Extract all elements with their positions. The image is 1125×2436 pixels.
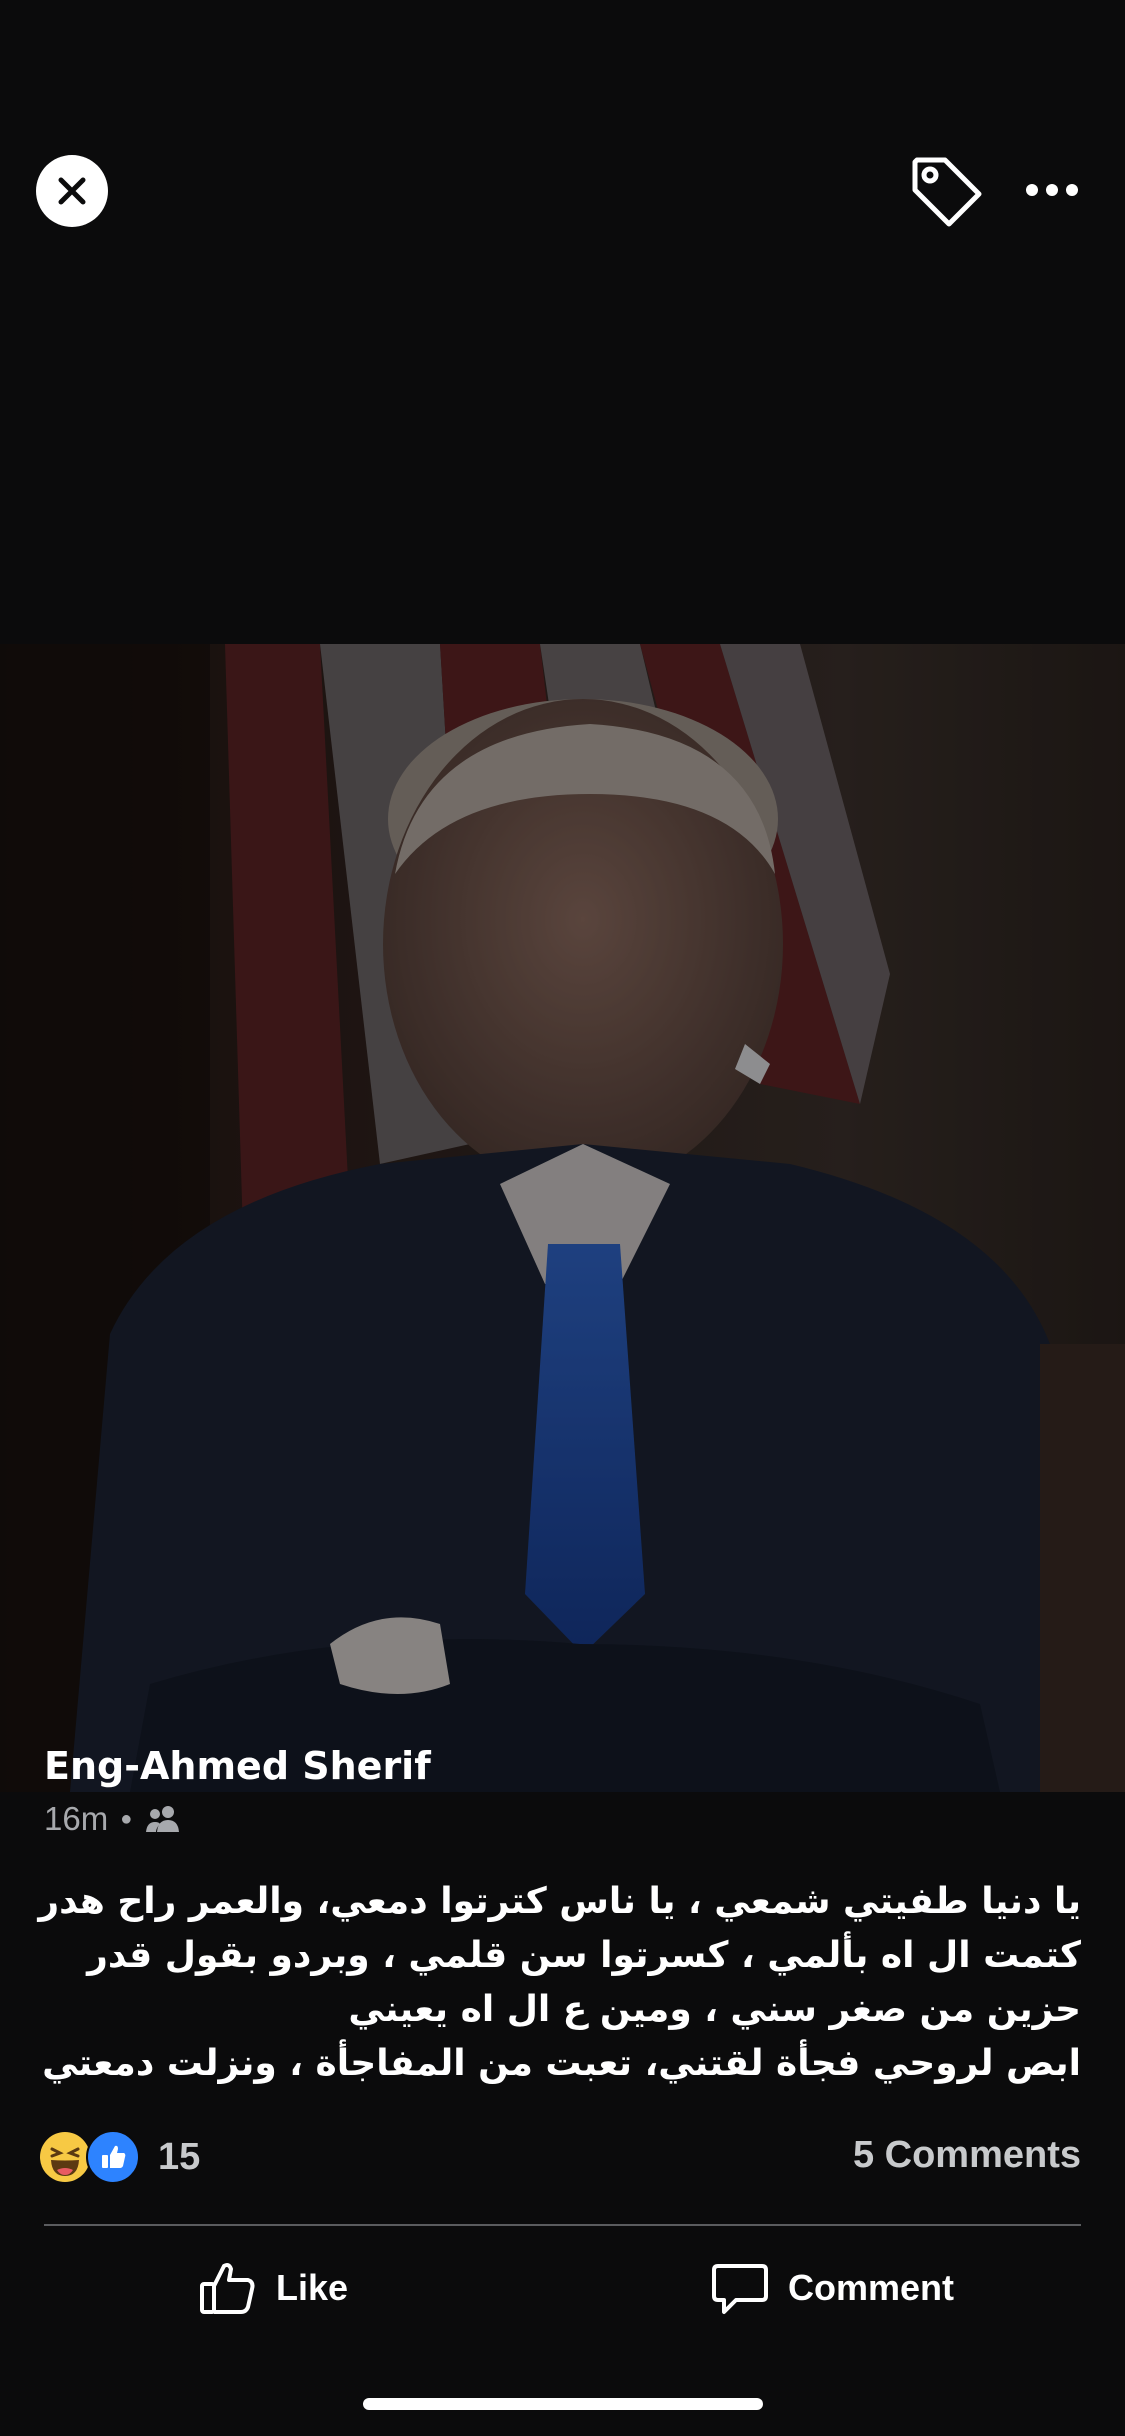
more-options-button[interactable] xyxy=(1022,160,1082,220)
comments-count-link[interactable]: 5 Comments xyxy=(853,2134,1081,2177)
close-icon xyxy=(58,177,86,205)
haha-reaction-icon xyxy=(40,2132,90,2182)
post-caption: يا دنيا طفيتي شمعي ، يا ناس كترتوا دمعي،… xyxy=(38,1875,1081,2091)
like-button[interactable]: Like xyxy=(198,2250,348,2326)
caption-line: كتمت ال اه بألمي ، كسرتوا سن قلمي ، وبرد… xyxy=(87,1935,1081,1976)
viewer-top-bar xyxy=(0,0,1125,260)
friends-icon[interactable] xyxy=(144,1804,182,1834)
caption-line: ابص لروحي فجأة لقتني، تعبت من المفاجأة ،… xyxy=(42,2043,1081,2084)
post-meta: 16m ● xyxy=(44,1800,182,1838)
separator-dot: ● xyxy=(120,1807,133,1830)
more-icon xyxy=(1026,184,1078,196)
reaction-count: 15 xyxy=(158,2135,201,2178)
reaction-stats: 15 5 Comments xyxy=(40,2130,1081,2184)
photo-illustration xyxy=(0,644,1125,1792)
comment-icon xyxy=(712,2264,768,2314)
tag-button[interactable] xyxy=(905,150,985,230)
comment-label: Comment xyxy=(788,2267,955,2308)
post-action-bar: Like Comment xyxy=(0,2250,1125,2326)
close-button[interactable] xyxy=(36,155,108,227)
post-time: 16m xyxy=(44,1800,109,1837)
caption-line: يا دنيا طفيتي شمعي ، يا ناس كترتوا دمعي،… xyxy=(38,1881,1081,1922)
post-photo[interactable] xyxy=(0,644,1125,1792)
reactions-summary[interactable]: 15 xyxy=(40,2130,200,2184)
home-indicator[interactable] xyxy=(363,2398,763,2410)
caption-line: حزين من صغر سني ، ومين ع ال اه يعيني xyxy=(348,1989,1081,2030)
thumbs-up-icon xyxy=(200,2263,255,2314)
comment-button[interactable]: Comment xyxy=(710,2250,954,2326)
like-reaction-icon xyxy=(86,2130,140,2184)
author-name[interactable]: Eng-Ahmed Sherif xyxy=(44,1744,431,1788)
like-label: Like xyxy=(276,2267,349,2308)
divider xyxy=(44,2224,1081,2226)
tag-icon xyxy=(912,157,982,227)
